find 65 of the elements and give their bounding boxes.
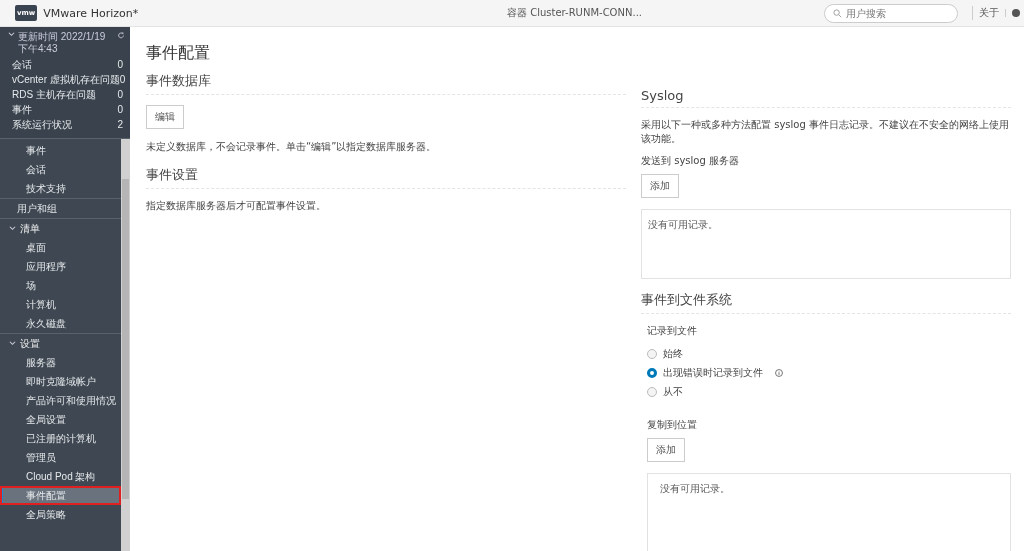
update-time: 更新时间 2022/1/19 下午4:43 [18, 31, 107, 55]
nav-item[interactable]: 场 [0, 276, 121, 295]
nav-group[interactable]: 设置 [20, 336, 40, 351]
summary-label[interactable]: vCenter 虚拟机存在问题 [12, 72, 120, 87]
nav-item[interactable]: 产品许可和使用情况 [0, 391, 121, 410]
product-name: VMware Horizon* [43, 6, 139, 20]
radio-label[interactable]: 从不 [663, 384, 683, 399]
search-field[interactable]: 用户搜索 [824, 3, 958, 23]
chevron-icon[interactable] [8, 31, 15, 38]
nav-item[interactable]: 全局策略 [0, 505, 121, 524]
search-icon [833, 8, 842, 18]
summary-count: 2 [117, 119, 123, 130]
nav-group[interactable]: 清单 [20, 221, 40, 236]
nav-item[interactable]: 已注册的计算机 [0, 429, 121, 448]
summary-label[interactable]: 系统运行状况 [12, 117, 72, 132]
section-text: 采用以下一种或多种方法配置 syslog 事件日志记录。不建议在不安全的网络上使用该功能。 [641, 118, 1010, 146]
section-text: 指定数据库服务器后才可配置事件设置。 [146, 199, 327, 213]
radio-label[interactable]: 出现错误时记录到文件 [663, 365, 763, 380]
empty-list: 没有可用记录。 [647, 473, 1011, 551]
nav-item[interactable]: 服务器 [0, 353, 121, 372]
nav-item[interactable]: 事件 [0, 141, 121, 160]
radio-button[interactable] [647, 348, 657, 359]
nav-item[interactable]: 全局设置 [0, 410, 121, 429]
field-label: 复制到位置 [646, 418, 698, 432]
radio-button[interactable] [647, 367, 657, 378]
add-button[interactable]: 添加 [641, 174, 679, 198]
section-heading: 事件数据库 [146, 72, 626, 95]
about-link[interactable]: 关于 [972, 6, 1005, 20]
scrollbar[interactable] [121, 139, 130, 551]
summary-count: 0 [117, 104, 123, 115]
field-label: 发送到 syslog 服务器 [641, 154, 740, 168]
add-button[interactable]: 添加 [647, 438, 685, 462]
radio-label[interactable]: 始终 [663, 346, 683, 361]
search-input[interactable]: 用户搜索 [846, 7, 946, 19]
chevron-icon[interactable] [9, 340, 16, 347]
summary-count: 0 [119, 74, 126, 85]
section-heading: 事件到文件系统 [641, 291, 1011, 314]
section-text: 未定义数据库，不会记录事件。单击“编辑”以指定数据库服务器。 [146, 140, 438, 154]
summary-count: 0 [117, 89, 123, 100]
pod-name: 容器 Cluster-RUNM-CONN... [507, 6, 642, 20]
nav-item[interactable]: 计算机 [0, 295, 121, 314]
nav-item[interactable]: 永久磁盘 [0, 314, 121, 333]
nav-item[interactable]: 会话 [0, 160, 121, 179]
nav-item[interactable]: 桌面 [0, 238, 121, 257]
section-heading: 事件设置 [146, 166, 626, 189]
refresh-icon[interactable] [118, 31, 124, 39]
field-label: 记录到文件 [646, 324, 698, 338]
edit-button[interactable]: 编辑 [146, 105, 184, 129]
nav-item[interactable]: 事件配置 [0, 486, 121, 505]
section-heading: Syslog [641, 88, 1011, 108]
summary-label[interactable]: RDS 主机存在问题 [12, 87, 96, 102]
nav-item[interactable]: 管理员 [0, 448, 121, 467]
summary-label[interactable]: 会话 [12, 57, 32, 72]
nav-item[interactable]: 即时克隆域帐户 [0, 372, 121, 391]
summary-count: 0 [117, 59, 123, 70]
nav-item[interactable]: 应用程序 [0, 257, 121, 276]
page-title: 事件配置 [146, 43, 211, 64]
radio-button[interactable] [647, 386, 657, 397]
summary-label[interactable]: 事件 [12, 102, 32, 117]
nav-item[interactable]: Cloud Pod 架构 [0, 467, 121, 486]
info-icon[interactable] [775, 368, 783, 377]
nav-item[interactable]: 用户和组 [0, 199, 121, 218]
empty-list: 没有可用记录。 [641, 209, 1011, 279]
nav-item[interactable]: 技术支持 [0, 179, 121, 198]
chevron-icon[interactable] [9, 225, 16, 232]
